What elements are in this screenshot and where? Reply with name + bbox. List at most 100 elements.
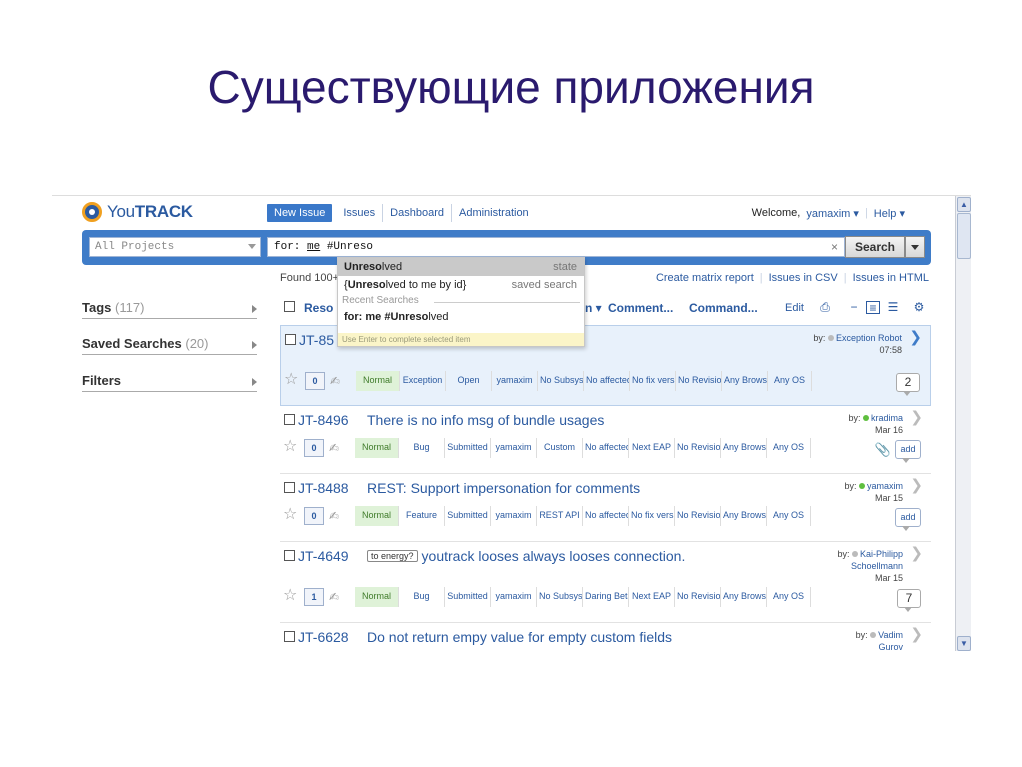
- issue-summary[interactable]: Do not return empy value for empty custo…: [367, 629, 672, 645]
- reporter-name[interactable]: kradima: [871, 413, 903, 423]
- nav-administration[interactable]: Administration: [452, 204, 536, 222]
- issue-row[interactable]: JT-6628 Do not return empy value for emp…: [280, 623, 931, 651]
- field-fix-version[interactable]: No fix version: [630, 371, 676, 391]
- youtrack-logo[interactable]: YouTRACK: [82, 202, 193, 222]
- issue-summary[interactable]: There is no info msg of bundle usages: [367, 412, 604, 428]
- issue-checkbox[interactable]: [284, 482, 295, 493]
- field-affected[interactable]: Daring Beta: [583, 587, 629, 607]
- field-assignee[interactable]: yamaxim: [492, 371, 538, 391]
- issue-id[interactable]: JT-8496: [298, 412, 349, 428]
- issue-id[interactable]: JT-8488: [298, 480, 349, 496]
- field-priority[interactable]: Normal: [356, 371, 400, 391]
- field-affected[interactable]: No affected: [583, 438, 629, 458]
- reporter-name-line2[interactable]: Gurov: [878, 642, 903, 651]
- field-affected[interactable]: No affected: [583, 506, 629, 526]
- reporter-name[interactable]: Exception Robot: [836, 333, 902, 343]
- vote-hand-icon[interactable]: ✍: [329, 590, 345, 604]
- issue-summary[interactable]: youtrack looses always looses connection…: [422, 548, 686, 564]
- field-priority[interactable]: Normal: [355, 587, 399, 607]
- field-state[interactable]: Submitted: [445, 587, 491, 607]
- vote-count[interactable]: 0: [304, 507, 324, 525]
- star-icon[interactable]: ☆: [283, 439, 299, 455]
- field-type[interactable]: Exception: [400, 371, 446, 391]
- nav-issues[interactable]: Issues: [336, 204, 384, 222]
- user-menu[interactable]: yamaxim ▾: [806, 207, 859, 220]
- issue-checkbox[interactable]: [284, 550, 295, 561]
- scroll-down-icon[interactable]: ▼: [957, 636, 971, 651]
- select-all-checkbox[interactable]: [284, 301, 295, 312]
- scroll-up-icon[interactable]: ▲: [957, 197, 971, 212]
- add-comment-button[interactable]: add: [895, 508, 921, 531]
- field-priority[interactable]: Normal: [355, 438, 399, 458]
- field-browser[interactable]: Any Browser: [722, 371, 768, 391]
- chevron-right-icon[interactable]: ❯: [909, 330, 922, 345]
- vote-hand-icon[interactable]: ✍: [329, 509, 345, 523]
- field-assignee[interactable]: yamaxim: [491, 587, 537, 607]
- comment-count[interactable]: 7: [897, 589, 921, 612]
- vertical-scrollbar[interactable]: ▲ ▼: [955, 196, 971, 651]
- issue-row[interactable]: JT-8488 REST: Support impersonation for …: [280, 474, 931, 542]
- vote-count[interactable]: 1: [304, 588, 324, 606]
- issue-summary[interactable]: REST: Support impersonation for comments: [367, 480, 640, 496]
- field-revision[interactable]: No Revision: [676, 371, 722, 391]
- field-subsystem[interactable]: No Subsystem: [537, 587, 583, 607]
- comment-count[interactable]: 2: [896, 373, 920, 396]
- autocomplete-item[interactable]: Unresolved state: [338, 258, 584, 276]
- field-fix-version[interactable]: Next EAP: [629, 438, 675, 458]
- chevron-right-icon[interactable]: ❯: [910, 627, 923, 642]
- issues-html-link[interactable]: Issues in HTML: [853, 272, 929, 284]
- issue-row[interactable]: JT-8496 There is no info msg of bundle u…: [280, 406, 931, 474]
- search-button[interactable]: Search: [845, 236, 905, 258]
- create-matrix-report-link[interactable]: Create matrix report: [656, 272, 754, 284]
- search-query-input[interactable]: for: me #Unreso ×: [267, 237, 845, 257]
- recent-search-item[interactable]: for: me #Unresolved: [338, 308, 584, 326]
- star-icon[interactable]: ☆: [283, 507, 299, 523]
- search-options-dropdown[interactable]: [905, 236, 925, 258]
- issue-tag[interactable]: to energy?: [367, 550, 418, 562]
- field-revision[interactable]: No Revision: [675, 438, 721, 458]
- issue-checkbox[interactable]: [284, 631, 295, 642]
- field-type[interactable]: Feature: [399, 506, 445, 526]
- field-state[interactable]: Submitted: [445, 506, 491, 526]
- field-revision[interactable]: No Revision: [675, 587, 721, 607]
- field-os[interactable]: Any OS: [767, 506, 811, 526]
- field-assignee[interactable]: yamaxim: [491, 506, 537, 526]
- sidebar-tags[interactable]: Tags (117): [82, 300, 257, 319]
- field-os[interactable]: Any OS: [768, 371, 812, 391]
- scrollbar-thumb[interactable]: [957, 213, 971, 259]
- issues-csv-link[interactable]: Issues in CSV: [769, 272, 838, 284]
- field-subsystem[interactable]: No Subsystem: [538, 371, 584, 391]
- new-issue-button[interactable]: New Issue: [267, 204, 333, 222]
- reporter-name[interactable]: Kai-Philipp: [860, 549, 903, 559]
- sidebar-filters[interactable]: Filters: [82, 373, 257, 392]
- detailed-view-icon[interactable]: ≡: [866, 301, 880, 315]
- sidebar-saved-searches[interactable]: Saved Searches (20): [82, 336, 257, 355]
- comment-button[interactable]: Comment...: [608, 301, 673, 315]
- field-subsystem[interactable]: Custom: [537, 438, 583, 458]
- edit-button[interactable]: Edit: [785, 302, 804, 314]
- star-icon[interactable]: ☆: [284, 372, 300, 388]
- field-type[interactable]: Bug: [399, 587, 445, 607]
- issue-id[interactable]: JT-4649: [298, 548, 349, 564]
- field-assignee[interactable]: yamaxim: [491, 438, 537, 458]
- vote-count[interactable]: 0: [304, 439, 324, 457]
- issue-checkbox[interactable]: [284, 414, 295, 425]
- help-menu[interactable]: Help ▾: [874, 207, 905, 220]
- issue-id[interactable]: JT-85: [299, 332, 334, 348]
- clear-icon[interactable]: ×: [831, 240, 838, 254]
- list-view-icon[interactable]: ☰: [886, 301, 900, 314]
- field-browser[interactable]: Any Browser: [721, 506, 767, 526]
- issue-id[interactable]: JT-6628: [298, 629, 349, 645]
- vote-hand-icon[interactable]: ✍: [330, 374, 346, 388]
- issue-checkbox[interactable]: [285, 334, 296, 345]
- chevron-right-icon[interactable]: ❯: [910, 478, 923, 493]
- settings-gear-icon[interactable]: ⚙: [912, 301, 926, 314]
- field-os[interactable]: Any OS: [767, 587, 811, 607]
- attachment-clip-icon[interactable]: 📎: [875, 442, 891, 458]
- field-fix-version[interactable]: No fix version: [629, 506, 675, 526]
- star-icon[interactable]: ☆: [283, 588, 299, 604]
- chevron-right-icon[interactable]: ❯: [910, 410, 923, 425]
- project-select[interactable]: All Projects: [89, 237, 261, 257]
- field-os[interactable]: Any OS: [767, 438, 811, 458]
- add-comment-button[interactable]: add: [895, 440, 921, 463]
